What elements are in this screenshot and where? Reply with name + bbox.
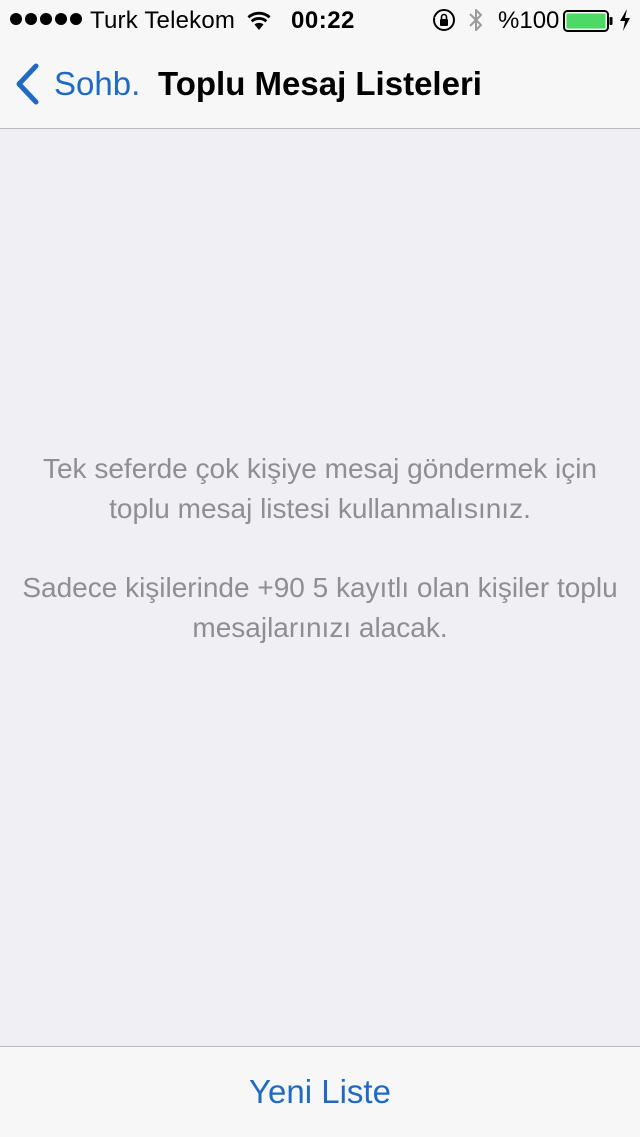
battery-percentage: %100	[498, 7, 560, 34]
main-content: Tek seferde çok kişiye mesaj göndermek i…	[0, 129, 640, 1046]
page-title: Toplu Mesaj Listeleri	[158, 65, 482, 102]
back-button-label: Sohb.	[54, 65, 141, 102]
broadcast-contacts-note: Sadece kişilerinde +90 5 kayıtlı olan ki…	[22, 572, 618, 643]
back-button[interactable]: Sohb.	[14, 40, 140, 128]
top-bar: Turk Telekom 00:22 %100 Sohb. Toplu Mesa…	[0, 0, 640, 129]
bluetooth-icon	[469, 9, 482, 31]
carrier-name: Turk Telekom	[90, 7, 236, 34]
status-bar: Turk Telekom 00:22 %100	[0, 0, 640, 40]
clock: 00:22	[291, 7, 355, 34]
broadcast-info-text: Tek seferde çok kişiye mesaj göndermek i…	[42, 453, 597, 524]
wifi-icon	[247, 11, 271, 30]
navigation-bar: Sohb. Toplu Mesaj Listeleri	[0, 40, 640, 128]
signal-strength-icon	[10, 13, 82, 25]
battery-icon	[563, 10, 613, 32]
rotation-lock-icon	[433, 9, 455, 31]
bottom-toolbar: Yeni Liste	[0, 1046, 640, 1137]
new-list-button[interactable]: Yeni Liste	[0, 1047, 640, 1137]
chevron-left-icon	[16, 63, 39, 105]
charging-icon	[620, 9, 630, 31]
